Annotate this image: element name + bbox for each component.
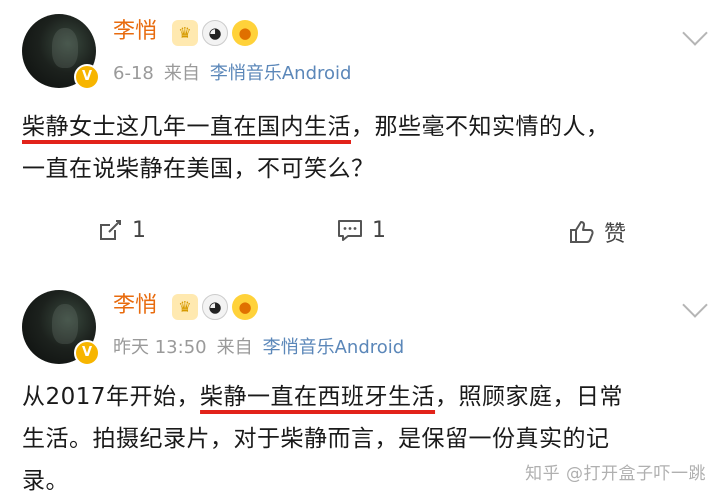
source-link[interactable]: 李悄音乐Android — [263, 336, 405, 360]
avatar-photo — [52, 304, 78, 344]
source-link[interactable]: 李悄音乐Android — [210, 62, 352, 86]
post-date: 6-18 — [113, 63, 154, 84]
comment-button[interactable]: 1 — [336, 216, 386, 244]
username[interactable]: 李悄 — [113, 292, 157, 320]
panda-badge-icon: ◕ — [202, 20, 228, 46]
thumbs-up-icon — [570, 221, 594, 243]
highlighted-text: 柴静一直在西班牙生活 — [200, 384, 436, 410]
post-meta: 6-18 来自 李悄音乐Android — [113, 62, 351, 86]
verified-icon: V — [74, 340, 100, 366]
comment-icon — [338, 220, 362, 241]
watermark: 知乎 @打开盒子吓一跳 — [525, 464, 706, 484]
avatar[interactable]: V — [22, 14, 100, 90]
comment-count: 1 — [372, 217, 386, 243]
weibo-post-1: V 李悄 ♛ ◕ ● 6-18 来自 李悄音乐Android 柴静女士这几年一直… — [0, 0, 720, 268]
share-button[interactable]: 1 — [96, 216, 146, 244]
user-badges: ♛ ◕ ● — [172, 294, 258, 320]
post-date: 昨天 13:50 — [113, 337, 207, 358]
avatar[interactable]: V — [22, 290, 100, 366]
crown-badge-icon: ♛ — [172, 20, 198, 46]
source-prefix: 来自 — [163, 63, 200, 84]
share-count: 1 — [132, 217, 146, 243]
panda-badge-icon: ◕ — [202, 294, 228, 320]
username[interactable]: 李悄 — [113, 18, 157, 46]
user-badges: ♛ ◕ ● — [172, 20, 258, 46]
highlighted-text: 柴静女士这几年一直在国内生活 — [22, 114, 351, 140]
text-segment: ，那些毫不知实情的人， — [351, 114, 610, 140]
fish-badge-icon: ● — [232, 20, 258, 46]
share-icon — [100, 220, 121, 240]
fish-badge-icon: ● — [232, 294, 258, 320]
chevron-down-icon[interactable] — [682, 292, 708, 318]
text-segment: 从2017年开始， — [22, 384, 201, 410]
like-label: 赞 — [604, 222, 627, 247]
verified-icon: V — [74, 64, 100, 90]
chevron-down-icon[interactable] — [682, 20, 708, 46]
text-line: 一直在说柴静在美国，不可笑么？ — [22, 156, 375, 182]
text-segment: ，照顾家庭，日常 — [435, 384, 624, 410]
source-prefix: 来自 — [216, 337, 253, 358]
avatar-photo — [52, 28, 78, 68]
action-bar: 1 1 赞 — [0, 212, 720, 252]
like-button[interactable]: 赞 — [568, 216, 626, 248]
crown-badge-icon: ♛ — [172, 294, 198, 320]
text-line: 生活。拍摄纪录片，对于柴静而言，是保留一份真实的记 — [22, 426, 610, 452]
post-text: 柴静女士这几年一直在国内生活，那些毫不知实情的人， 一直在说柴静在美国，不可笑么… — [22, 106, 698, 190]
post-meta: 昨天 13:50 来自 李悄音乐Android — [113, 336, 404, 360]
